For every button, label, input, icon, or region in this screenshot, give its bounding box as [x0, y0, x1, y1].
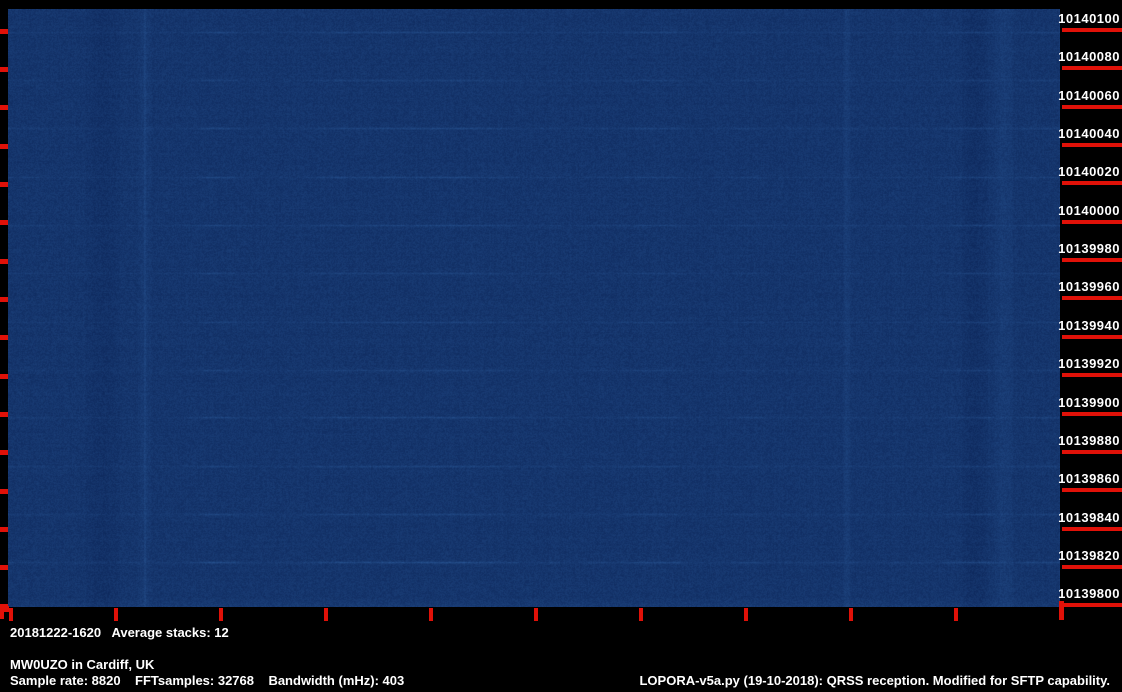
freq-tick-line	[1062, 28, 1122, 32]
freq-tick-left	[0, 258, 8, 264]
time-tick	[639, 608, 643, 621]
freq-tick-line	[1062, 296, 1122, 301]
freq-label: 10139920	[1058, 356, 1120, 372]
freq-tick-left	[0, 450, 8, 456]
time-tick	[9, 608, 13, 621]
freq-tick-left	[0, 565, 8, 571]
corner-mark-left-v	[0, 606, 4, 619]
freq-tick-left	[0, 220, 8, 226]
freq-label: 10140000	[1058, 202, 1120, 218]
freq-label: 10140100	[1058, 11, 1120, 26]
freq-tick-line	[1062, 66, 1122, 71]
freq-tick-line	[1062, 219, 1122, 224]
freq-tick-left	[0, 105, 8, 111]
freq-label: 10139960	[1058, 279, 1120, 295]
freq-tick-line	[1062, 181, 1122, 186]
freq-tick-line	[1062, 104, 1122, 109]
footer-timestamp-stacks: 20181222-1620 Average stacks: 12	[10, 625, 229, 640]
freq-label: 10139840	[1058, 509, 1120, 525]
freq-tick-line	[1062, 334, 1122, 339]
freq-label: 10140060	[1058, 87, 1120, 103]
time-tick	[324, 608, 328, 621]
freq-tick-line	[1062, 143, 1122, 148]
time-tick	[114, 608, 118, 621]
freq-tick-left	[0, 181, 8, 187]
freq-tick-line	[1062, 449, 1122, 454]
freq-tick-left	[0, 143, 8, 149]
corner-tick-right	[1059, 601, 1064, 620]
time-tick	[849, 608, 853, 621]
freq-tick-line	[1062, 603, 1122, 608]
spectrogram-canvas	[8, 9, 1060, 607]
time-tick	[954, 608, 958, 621]
footer-station: MW0UZO in Cardiff, UK	[10, 657, 155, 672]
freq-label: 10139900	[1058, 394, 1120, 410]
footer-software: LOPORA-v5a.py (19-10-2018): QRSS recepti…	[639, 673, 1110, 688]
freq-label: 10140020	[1058, 164, 1120, 180]
time-tick	[744, 608, 748, 621]
time-tick	[534, 608, 538, 621]
footer-params: Sample rate: 8820 FFTsamples: 32768 Band…	[10, 673, 405, 688]
freq-tick-line	[1062, 488, 1122, 493]
freq-tick-line	[1062, 373, 1122, 378]
freq-label: 10139880	[1058, 432, 1120, 448]
freq-tick-left	[0, 412, 8, 417]
freq-label: 10139980	[1058, 241, 1120, 257]
freq-label: 10139800	[1058, 586, 1120, 602]
freq-label: 10140040	[1058, 126, 1120, 142]
freq-label: 10139860	[1058, 471, 1120, 487]
freq-tick-left	[0, 28, 8, 34]
freq-label: 10139940	[1058, 317, 1120, 333]
time-tick	[429, 608, 433, 621]
freq-tick-left	[0, 488, 8, 494]
freq-tick-line	[1062, 258, 1122, 263]
freq-tick-line	[1062, 564, 1122, 569]
qrss-grabber-screen: 10140100 10140080 10140060 10140040 10140020…	[0, 0, 1122, 692]
time-tick	[219, 608, 223, 621]
freq-tick-left	[0, 66, 8, 72]
freq-tick-left	[0, 527, 8, 533]
freq-tick-line	[1062, 526, 1122, 531]
freq-tick-left	[0, 335, 8, 341]
freq-label: 10139820	[1058, 547, 1120, 563]
freq-tick-left	[0, 373, 8, 379]
freq-tick-line	[1062, 411, 1122, 416]
freq-label: 10140080	[1058, 49, 1120, 65]
freq-tick-left	[0, 296, 8, 302]
